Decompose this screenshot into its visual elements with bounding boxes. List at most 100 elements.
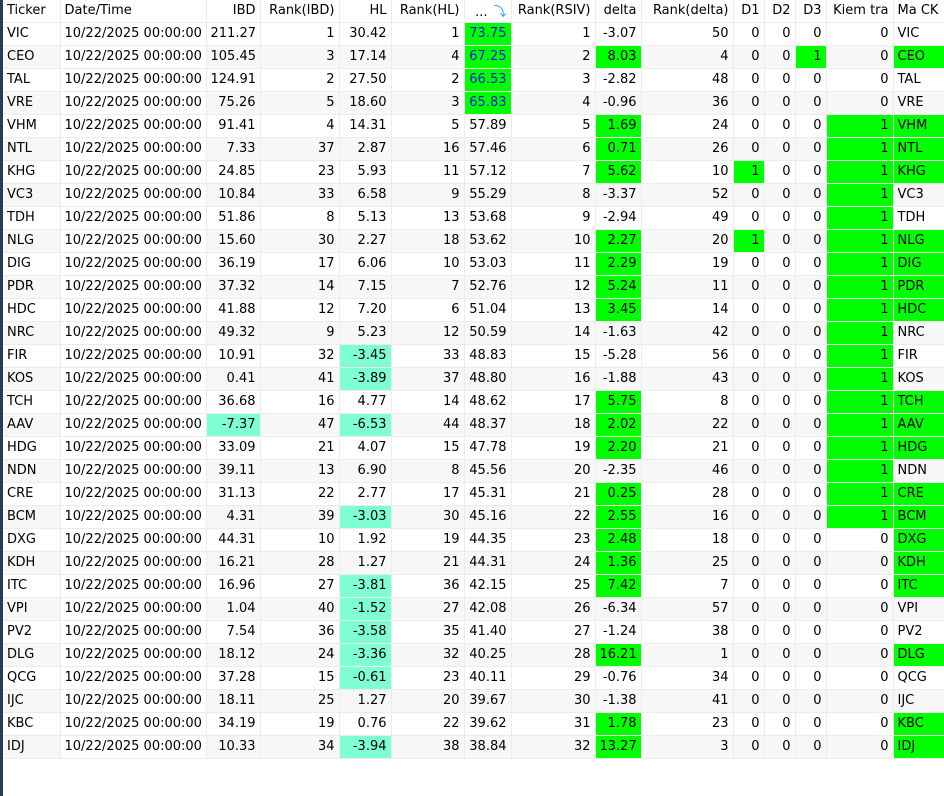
- cell-d1[interactable]: 0: [733, 344, 765, 368]
- cell-ma-ck[interactable]: VIC: [893, 22, 944, 46]
- cell-rank-hl[interactable]: 44: [391, 413, 465, 437]
- cell-d1[interactable]: 0: [733, 597, 765, 621]
- cell-ticker[interactable]: CRE: [3, 482, 61, 506]
- cell-rank-hl[interactable]: 6: [391, 298, 465, 322]
- cell-rsi[interactable]: 53.68: [464, 206, 512, 230]
- table-row[interactable]: IDJ 10/22/2025 00:00:00 10.33 34 -3.94 38 38.8…: [3, 735, 944, 759]
- cell-ma-ck[interactable]: IJC: [893, 689, 944, 713]
- cell-dt[interactable]: 10/22/2025 00:00:00: [60, 528, 207, 552]
- cell-hl[interactable]: -3.94: [339, 735, 392, 759]
- cell-hl[interactable]: 0.76: [339, 712, 392, 736]
- cell-ibd[interactable]: 75.26: [206, 91, 261, 115]
- cell-kiem-tra[interactable]: 0: [826, 22, 894, 46]
- column-header-rsi[interactable]: ... ⤵: [464, 0, 512, 23]
- cell-dt[interactable]: 10/22/2025 00:00:00: [60, 551, 207, 575]
- cell-rank-rsiv[interactable]: 4: [511, 91, 596, 115]
- cell-delta[interactable]: 0.71: [595, 137, 642, 161]
- cell-rank-rsiv[interactable]: 18: [511, 413, 596, 437]
- cell-ma-ck[interactable]: DLG: [893, 643, 944, 667]
- cell-rank-rsiv[interactable]: 26: [511, 597, 596, 621]
- cell-rsi[interactable]: 41.40: [464, 620, 512, 644]
- cell-delta[interactable]: -5.28: [595, 344, 642, 368]
- cell-ibd[interactable]: 24.85: [206, 160, 261, 184]
- cell-ibd[interactable]: 37.32: [206, 275, 261, 299]
- cell-ibd[interactable]: 0.41: [206, 367, 261, 391]
- cell-dt[interactable]: 10/22/2025 00:00:00: [60, 160, 207, 184]
- cell-rank-hl[interactable]: 35: [391, 620, 465, 644]
- cell-ma-ck[interactable]: ITC: [893, 574, 944, 598]
- column-header-kiem-tra[interactable]: Kiem tra: [826, 0, 894, 23]
- column-header-d3[interactable]: D3: [795, 0, 827, 23]
- cell-kiem-tra[interactable]: 1: [826, 482, 894, 506]
- cell-ticker[interactable]: NRC: [3, 321, 61, 345]
- cell-d2[interactable]: 0: [764, 574, 796, 598]
- cell-rsi[interactable]: 45.56: [464, 459, 512, 483]
- cell-rank-rsiv[interactable]: 30: [511, 689, 596, 713]
- cell-ma-ck[interactable]: CRE: [893, 482, 944, 506]
- cell-d1[interactable]: 0: [733, 22, 765, 46]
- cell-dt[interactable]: 10/22/2025 00:00:00: [60, 22, 207, 46]
- cell-d2[interactable]: 0: [764, 114, 796, 138]
- cell-kiem-tra[interactable]: 1: [826, 183, 894, 207]
- cell-rank-hl[interactable]: 27: [391, 597, 465, 621]
- cell-delta[interactable]: -1.63: [595, 321, 642, 345]
- cell-rank-hl[interactable]: 33: [391, 344, 465, 368]
- cell-rank-hl[interactable]: 16: [391, 137, 465, 161]
- cell-rank-ibd[interactable]: 32: [260, 344, 340, 368]
- table-row[interactable]: NDN 10/22/2025 00:00:00 39.11 13 6.90 8 45.56 2…: [3, 459, 944, 483]
- cell-kiem-tra[interactable]: 0: [826, 45, 894, 69]
- cell-d3[interactable]: 0: [795, 666, 827, 690]
- cell-rank-hl[interactable]: 36: [391, 574, 465, 598]
- cell-d2[interactable]: 0: [764, 137, 796, 161]
- cell-ibd[interactable]: 41.88: [206, 298, 261, 322]
- cell-ticker[interactable]: PV2: [3, 620, 61, 644]
- cell-rank-ibd[interactable]: 4: [260, 114, 340, 138]
- cell-d3[interactable]: 0: [795, 91, 827, 115]
- cell-delta[interactable]: 2.48: [595, 528, 642, 552]
- cell-rank-ibd[interactable]: 33: [260, 183, 340, 207]
- cell-rank-hl[interactable]: 20: [391, 689, 465, 713]
- cell-kiem-tra[interactable]: 1: [826, 344, 894, 368]
- cell-rank-hl[interactable]: 9: [391, 183, 465, 207]
- cell-ibd[interactable]: 1.04: [206, 597, 261, 621]
- cell-ibd[interactable]: 105.45: [206, 45, 261, 69]
- cell-hl[interactable]: -3.58: [339, 620, 392, 644]
- cell-rsi[interactable]: 48.83: [464, 344, 512, 368]
- cell-dt[interactable]: 10/22/2025 00:00:00: [60, 367, 207, 391]
- cell-kiem-tra[interactable]: 1: [826, 390, 894, 414]
- cell-ticker[interactable]: HDC: [3, 298, 61, 322]
- cell-ticker[interactable]: TCH: [3, 390, 61, 414]
- cell-d2[interactable]: 0: [764, 367, 796, 391]
- cell-dt[interactable]: 10/22/2025 00:00:00: [60, 390, 207, 414]
- cell-d3[interactable]: 0: [795, 551, 827, 575]
- cell-rsi[interactable]: 48.80: [464, 367, 512, 391]
- cell-d3[interactable]: 0: [795, 390, 827, 414]
- cell-d1[interactable]: 0: [733, 620, 765, 644]
- cell-rank-rsiv[interactable]: 1: [511, 22, 596, 46]
- cell-kiem-tra[interactable]: 1: [826, 367, 894, 391]
- cell-rank-hl[interactable]: 12: [391, 321, 465, 345]
- cell-delta[interactable]: 2.02: [595, 413, 642, 437]
- cell-ticker[interactable]: QCG: [3, 666, 61, 690]
- cell-ibd[interactable]: 16.96: [206, 574, 261, 598]
- cell-hl[interactable]: 27.50: [339, 68, 392, 92]
- cell-d2[interactable]: 0: [764, 551, 796, 575]
- table-row[interactable]: KDH 10/22/2025 00:00:00 16.21 28 1.27 21 44.31…: [3, 551, 944, 575]
- column-header-ibd[interactable]: IBD: [206, 0, 261, 23]
- cell-ibd[interactable]: 37.28: [206, 666, 261, 690]
- cell-rsi[interactable]: 53.03: [464, 252, 512, 276]
- cell-d2[interactable]: 0: [764, 689, 796, 713]
- cell-rank-delta[interactable]: 11: [641, 275, 734, 299]
- cell-rsi[interactable]: 55.29: [464, 183, 512, 207]
- cell-ibd[interactable]: 18.11: [206, 689, 261, 713]
- cell-ma-ck[interactable]: NDN: [893, 459, 944, 483]
- cell-ticker[interactable]: PDR: [3, 275, 61, 299]
- column-header-d2[interactable]: D2: [764, 0, 796, 23]
- cell-rank-delta[interactable]: 19: [641, 252, 734, 276]
- cell-hl[interactable]: -3.03: [339, 505, 392, 529]
- cell-rank-ibd[interactable]: 19: [260, 712, 340, 736]
- cell-d2[interactable]: 0: [764, 643, 796, 667]
- cell-delta[interactable]: 8.03: [595, 45, 642, 69]
- cell-d2[interactable]: 0: [764, 68, 796, 92]
- cell-dt[interactable]: 10/22/2025 00:00:00: [60, 459, 207, 483]
